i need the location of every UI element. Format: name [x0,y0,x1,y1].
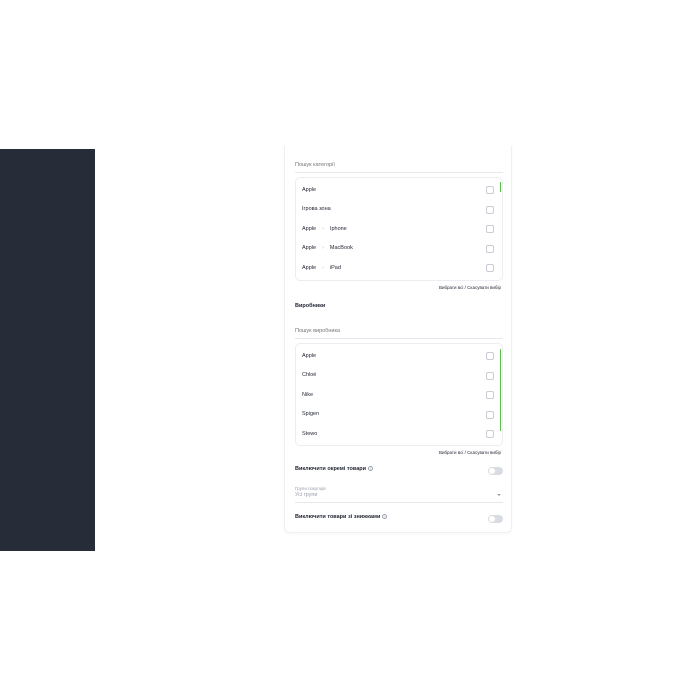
manufacturer-checkbox[interactable] [486,352,494,360]
exclude-products-row: Виключити окремі товари i [295,466,503,476]
manufacturer-checkbox[interactable] [486,410,494,419]
category-list[interactable]: Apple Ігрова зона Apple › Iphone Apple ›… [295,177,503,281]
manufacturer-scrollbar[interactable] [500,349,501,431]
list-item[interactable]: Apple › Iphone [296,219,502,239]
category-parent-label: Apple [302,245,317,252]
category-scrollbar[interactable] [500,182,501,192]
chevron-right-icon: › [322,264,324,271]
list-item[interactable]: Apple › iPad [296,258,502,278]
manufacturers-title: Виробники [295,303,326,309]
chevron-right-icon: › [322,245,324,252]
manufacturer-search-input[interactable] [295,323,503,339]
category-label: Apple [302,186,317,193]
manufacturer-bulk-actions: Вибрати всі / Скасувати вибір [439,450,501,455]
manufacturer-label: Nike [302,391,314,398]
manufacturer-label: Stewo [302,430,318,437]
exclude-discounted-toggle[interactable] [488,515,503,523]
exclude-discounted-label: Виключити товари зі знижками [295,514,381,520]
category-parent-label: Apple [302,264,317,271]
category-checkbox[interactable] [486,244,494,253]
manufacturer-label: Apple [302,352,317,359]
list-item[interactable]: Apple [296,346,502,366]
category-label: Ігрова зона [302,206,331,213]
chevron-down-icon [497,494,501,496]
list-item[interactable]: Ігрова зона [296,200,502,220]
category-bulk-actions: Вибрати всі / Скасувати вибір [439,285,501,290]
category-checkbox[interactable] [486,205,494,214]
sidebar [0,149,95,551]
exclude-products-label: Виключити окремі товари [295,466,367,472]
list-item[interactable]: Chloé [296,366,502,386]
buyer-groups-select[interactable]: Усі групи [295,492,503,503]
buyer-groups-label: Групи покупців [295,486,326,491]
manufacturer-label: Spigen [302,411,320,418]
manufacturer-checkbox[interactable] [486,391,494,399]
category-checkbox[interactable] [486,264,494,272]
list-item[interactable]: Apple › MacBook [296,239,502,259]
manufacturer-select-all-link[interactable]: Вибрати всі [439,450,463,455]
manufacturer-clear-link[interactable]: Скасувати вибір [467,450,501,455]
category-clear-link[interactable]: Скасувати вибір [467,285,501,290]
manufacturer-label: Chloé [302,372,317,379]
category-label: Iphone [329,225,347,232]
list-item[interactable]: Apple [296,180,502,200]
toggle-knob [489,516,495,522]
category-search-input[interactable] [295,157,503,173]
category-label: iPad [329,264,341,271]
filters-panel: Apple Ігрова зона Apple › Iphone Apple ›… [284,146,512,533]
exclude-discounted-row: Виключити товари зі знижками i [295,514,503,524]
category-select-all-link[interactable]: Вибрати всі [439,285,463,290]
list-item[interactable]: Nike [296,385,502,405]
manufacturer-list[interactable]: Apple Chloé Nike Spigen Stewo [295,343,503,446]
category-checkbox[interactable] [486,186,494,194]
buyer-groups-value: Усі групи [295,492,318,498]
category-checkbox[interactable] [486,225,494,233]
manufacturer-checkbox[interactable] [486,430,494,438]
manufacturer-checkbox[interactable] [486,371,494,380]
toggle-knob [489,468,495,474]
category-parent-label: Apple [302,225,317,232]
info-icon[interactable]: i [368,466,374,472]
list-item[interactable]: Stewo [296,424,502,444]
list-item[interactable]: Spigen [296,405,502,425]
category-label: MacBook [329,245,353,252]
chevron-right-icon: › [322,225,324,232]
info-icon[interactable]: i [382,514,388,520]
exclude-products-toggle[interactable] [488,467,503,475]
